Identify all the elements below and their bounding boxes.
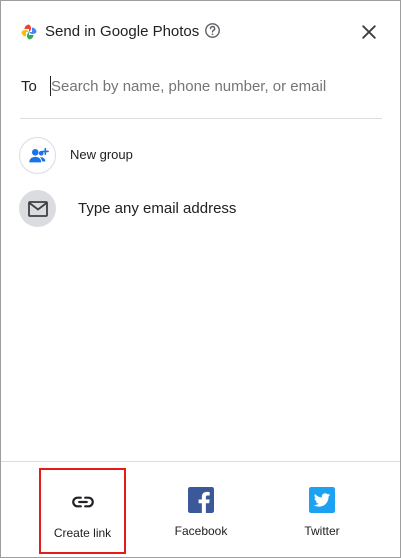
facebook-label: Facebook xyxy=(174,524,228,538)
send-dialog: Send in Google Photos To New group xyxy=(0,0,401,558)
to-label: To xyxy=(21,78,37,95)
mail-icon xyxy=(27,200,48,217)
email-address-option[interactable]: Type any email address xyxy=(1,182,400,234)
new-group-icon-circle xyxy=(19,137,56,174)
create-link-button[interactable]: Create link xyxy=(39,468,126,554)
add-group-icon xyxy=(28,147,49,162)
twitter-icon xyxy=(309,487,335,513)
recipient-search-input[interactable] xyxy=(51,75,371,97)
share-footer: Create link Facebook Twitter xyxy=(1,462,400,557)
google-photos-pinwheel-icon xyxy=(21,24,37,40)
new-group-label: New group xyxy=(70,147,133,162)
link-icon xyxy=(71,496,94,508)
twitter-share-button[interactable]: Twitter xyxy=(282,462,362,557)
help-circle-icon[interactable] xyxy=(204,22,221,39)
email-address-label: Type any email address xyxy=(78,200,237,217)
create-link-label: Create link xyxy=(53,526,112,540)
facebook-share-button[interactable]: Facebook xyxy=(161,462,241,557)
recipient-row: To xyxy=(1,65,400,109)
close-icon[interactable] xyxy=(359,22,379,42)
facebook-icon xyxy=(188,487,214,513)
new-group-option[interactable]: New group xyxy=(1,129,400,181)
divider xyxy=(20,118,382,119)
twitter-label: Twitter xyxy=(304,524,340,538)
dialog-title: Send in Google Photos xyxy=(45,23,200,40)
email-icon-circle xyxy=(19,190,56,227)
dialog-header: Send in Google Photos xyxy=(1,1,400,63)
